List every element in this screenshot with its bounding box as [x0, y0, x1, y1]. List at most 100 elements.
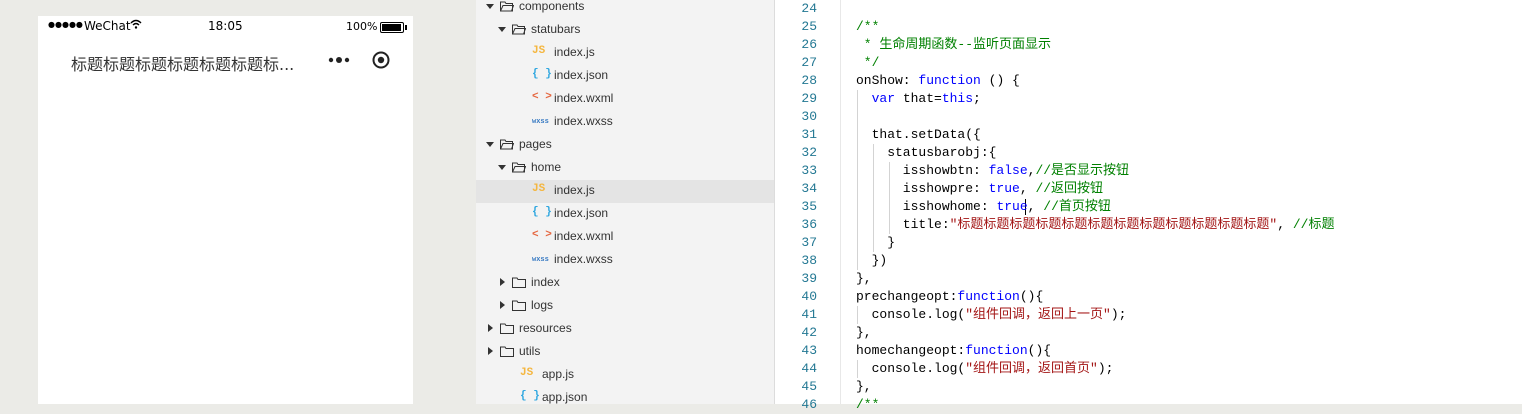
caret-right-icon[interactable]: [500, 301, 505, 309]
code-line[interactable]: that.setData({: [856, 126, 981, 144]
tree-folder-row[interactable]: index: [476, 272, 774, 295]
tree-item-label: index.json: [554, 206, 609, 220]
code-line[interactable]: isshowbtn: false,//是否显示按钮: [856, 162, 1129, 180]
code-line[interactable]: * 生命周期函数--监听页面显示: [856, 36, 1051, 54]
wxml-file-icon: < >: [532, 91, 552, 103]
code-line[interactable]: },: [856, 378, 872, 396]
line-number: 28: [801, 73, 817, 88]
code-token: //标题: [1292, 217, 1335, 232]
nav-title: 标题标题标题标题标题标题标...: [71, 55, 295, 74]
code-line[interactable]: title:"标题标题标题标题标题标题标题标题标题标题标题标题", //标题: [856, 216, 1335, 234]
tree-file-row[interactable]: { } app.json: [476, 387, 774, 410]
wxss-file-icon: wxss: [532, 118, 549, 126]
code-line[interactable]: prechangeopt:function(){: [856, 288, 1043, 306]
tree-file-row[interactable]: JS app.js: [476, 364, 774, 387]
line-number: 33: [801, 163, 817, 178]
tree-folder-row[interactable]: components: [476, 0, 774, 19]
line-number: 44: [801, 361, 817, 376]
line-number: 30: [801, 109, 817, 124]
line-number: 25: [801, 19, 817, 34]
caret-down-icon[interactable]: [486, 142, 494, 147]
code-line[interactable]: console.log("组件回调，返回首页");: [856, 360, 1114, 378]
code-token: ,: [1027, 199, 1044, 214]
code-line[interactable]: /**: [856, 396, 879, 414]
tree-folder-row[interactable]: logs: [476, 295, 774, 318]
code-token: console.log(: [856, 361, 966, 376]
code-line[interactable]: */: [856, 54, 880, 72]
folder-open-icon: [512, 24, 526, 35]
gutter-border: [840, 0, 841, 404]
tree-folder-row[interactable]: resources: [476, 318, 774, 341]
code-line[interactable]: console.log("组件回调，返回上一页");: [856, 306, 1127, 324]
code-token: */: [856, 55, 880, 70]
tree-folder-row[interactable]: home: [476, 157, 774, 180]
json-file-icon: { }: [532, 206, 552, 218]
code-line[interactable]: },: [856, 270, 872, 288]
more-icon[interactable]: [327, 54, 351, 66]
folder-open-icon: [512, 162, 526, 173]
wxss-file-icon: wxss: [532, 256, 549, 264]
code-token: homechangeopt:: [856, 343, 966, 358]
line-number: 27: [801, 55, 817, 70]
caret-right-icon[interactable]: [488, 347, 493, 355]
battery-percent: 100%: [346, 20, 378, 33]
line-number: 26: [801, 37, 817, 52]
code-token: true: [996, 199, 1028, 214]
folder-open-icon: [500, 1, 514, 12]
code-token: //首页按钮: [1043, 199, 1111, 214]
js-file-icon: JS: [520, 367, 534, 379]
code-token: () {: [980, 73, 1020, 88]
tree-item-label: home: [531, 160, 562, 174]
code-line[interactable]: isshowpre: true, //返回按钮: [856, 180, 1103, 198]
code-line[interactable]: onShow: function () {: [856, 72, 1020, 90]
json-file-icon: { }: [532, 68, 552, 80]
caret-right-icon[interactable]: [488, 324, 493, 332]
tree-file-row[interactable]: wxss index.wxss: [476, 111, 774, 134]
code-line[interactable]: statusbarobj:{: [856, 144, 996, 162]
line-number: 34: [801, 181, 817, 196]
caret-down-icon[interactable]: [486, 4, 494, 9]
caret-down-icon[interactable]: [498, 165, 506, 170]
code-line[interactable]: }: [856, 234, 895, 252]
line-number: 37: [801, 235, 817, 250]
code-line[interactable]: homechangeopt:function(){: [856, 342, 1051, 360]
capsule-close-icon[interactable]: [372, 51, 390, 69]
code-token: //是否显示按钮: [1035, 163, 1130, 178]
caret-down-icon[interactable]: [498, 27, 506, 32]
signal-icon: ●●●●●: [48, 20, 83, 29]
code-token: }: [856, 235, 896, 250]
code-line[interactable]: }): [856, 252, 888, 270]
code-token: isshowbtn:: [856, 163, 989, 178]
tree-folder-row[interactable]: pages: [476, 134, 774, 157]
tree-file-row[interactable]: < > index.wxml: [476, 88, 774, 111]
code-line[interactable]: isshowhome: true, //首页按钮: [856, 198, 1111, 216]
code-token: ,: [1277, 217, 1293, 232]
code-editor[interactable]: 24 25 /** 26 * 生命周期函数--监听页面显示 27 */ 28 onShow:…: [775, 0, 1522, 412]
code-token: false: [988, 163, 1028, 178]
carrier-label: WeChat: [84, 19, 131, 33]
code-token: //返回按钮: [1035, 181, 1104, 196]
tree-file-row[interactable]: < > index.wxml: [476, 226, 774, 249]
code-token: (){: [1019, 289, 1044, 304]
tree-item-label: index: [531, 275, 560, 289]
tree-file-row[interactable]: JS index.js: [476, 180, 774, 203]
code-token: console.log(: [856, 307, 966, 322]
line-number: 35: [801, 199, 817, 214]
tree-file-row[interactable]: JS index.js: [476, 42, 774, 65]
code-line[interactable]: /**: [856, 18, 879, 36]
code-line[interactable]: var that=this;: [856, 90, 981, 108]
tree-folder-row[interactable]: utils: [476, 341, 774, 364]
tree-item-label: statubars: [531, 22, 581, 36]
tree-file-row[interactable]: { } index.json: [476, 65, 774, 88]
line-number: 41: [801, 307, 817, 322]
tree-item-label: index.json: [554, 68, 609, 82]
tree-file-row[interactable]: wxss index.wxss: [476, 249, 774, 272]
code-token: /**: [856, 397, 880, 412]
tree-folder-row[interactable]: statubars: [476, 19, 774, 42]
code-line[interactable]: },: [856, 324, 872, 342]
line-number: 24: [801, 1, 817, 16]
caret-right-icon[interactable]: [500, 278, 505, 286]
code-token: "组件回调，返回上一页": [965, 307, 1111, 322]
tree-file-row[interactable]: { } index.json: [476, 203, 774, 226]
phone-status-bar: ●●●●● WeChat 18:05 100%: [38, 16, 413, 36]
